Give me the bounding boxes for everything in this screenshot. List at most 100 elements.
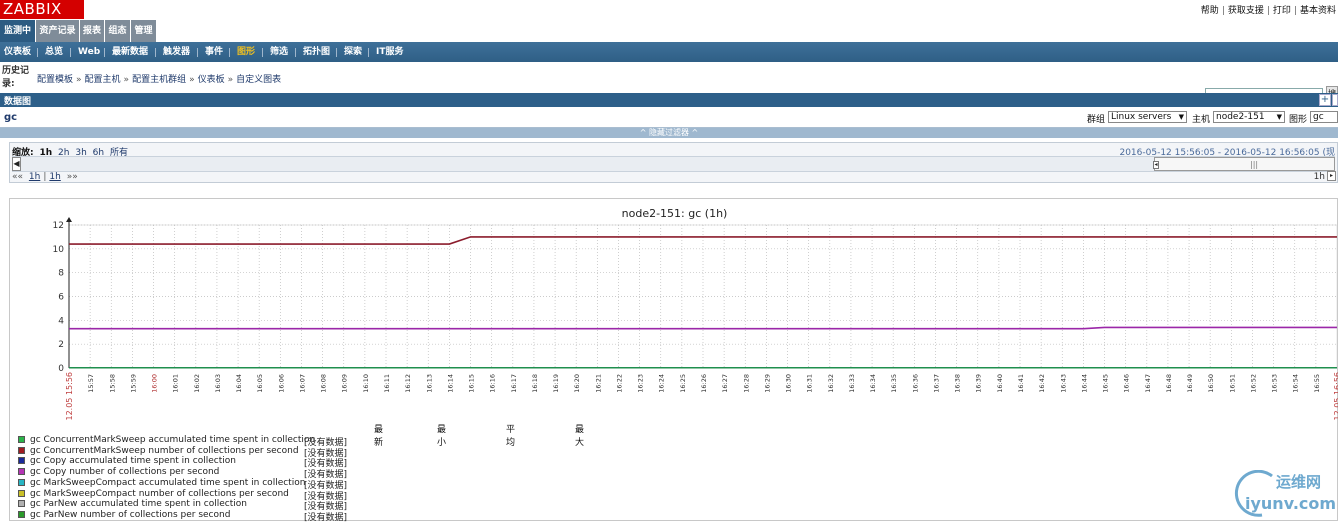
submenu-it-services[interactable]: IT服务 xyxy=(376,42,404,62)
legend-label: gc ConcurrentMarkSweep number of collect… xyxy=(30,445,299,456)
group-select[interactable]: Linux servers ▼ xyxy=(1108,111,1187,123)
legend-swatch xyxy=(18,489,25,497)
help-link[interactable]: 帮助 xyxy=(1201,6,1219,16)
submenu-triggers[interactable]: 触发器 xyxy=(163,42,190,62)
graph-select-value: gc xyxy=(1313,112,1324,122)
x-tick-label: 16:31 xyxy=(806,374,814,393)
menu-administration[interactable]: 管理 xyxy=(131,20,156,42)
graph-label: 图形 xyxy=(1289,115,1308,125)
breadcrumb-templates[interactable]: 配置模板 xyxy=(37,75,73,85)
breadcrumb-hosts[interactable]: 配置主机 xyxy=(85,75,121,85)
x-tick-label: 16:32 xyxy=(827,374,835,393)
x-tick-label: 16:02 xyxy=(193,374,201,393)
x-tick-label: 16:27 xyxy=(721,374,729,393)
breadcrumb: 配置模板» 配置主机» 配置主机群组» 仪表板» 自定义图表 xyxy=(37,75,282,85)
submenu-events[interactable]: 事件 xyxy=(205,42,223,62)
legend-header-min: 最小 xyxy=(437,425,447,448)
y-tick-label: 10 xyxy=(53,245,65,255)
nav-back-1h[interactable]: 1h xyxy=(26,172,43,182)
hide-filter-toggle[interactable]: ^ 隐藏过滤器 ^ xyxy=(0,128,1338,138)
y-tick-label: 12 xyxy=(53,221,64,231)
x-tick-label: 16:10 xyxy=(362,374,370,393)
grip-icon: ||| xyxy=(1250,160,1259,169)
chevron-down-icon: ▼ xyxy=(1276,113,1282,121)
breadcrumb-custom-graphs[interactable]: 自定义图表 xyxy=(236,75,281,85)
x-tick-label: 16:16 xyxy=(489,374,497,393)
period-nav: «« 1h | 1h »» xyxy=(12,172,78,182)
submenu-discovery[interactable]: 探索 xyxy=(344,42,362,62)
legend-label: gc Copy number of collections per second xyxy=(30,467,220,478)
scroll-thumb[interactable]: ◂ ||| xyxy=(1153,157,1335,171)
x-tick-label: 16:05 xyxy=(256,374,264,393)
x-tick-label: 16:09 xyxy=(341,374,349,393)
submenu-latest-data[interactable]: 最新数据 xyxy=(112,42,148,62)
legend-label: gc MarkSweepCompact accumulated time spe… xyxy=(30,477,306,488)
nav-forward-1h[interactable]: 1h xyxy=(46,172,63,182)
x-tick-label: 16:21 xyxy=(594,374,602,393)
zabbix-logo[interactable]: ZABBIX xyxy=(0,0,84,19)
fixed-toggle-icon[interactable]: ▸ xyxy=(1327,171,1336,181)
legend-swatch xyxy=(18,468,25,476)
x-tick-label: 16:04 xyxy=(235,374,243,393)
chevron-down-icon: ▼ xyxy=(1178,113,1184,121)
print-link[interactable]: 打印 xyxy=(1273,6,1291,16)
profile-link[interactable]: 基本资料 xyxy=(1300,6,1336,16)
legend-label: gc ConcurrentMarkSweep accumulated time … xyxy=(30,435,316,445)
time-period-panel: 缩放: 1h 2h 3h 6h 所有 2016-05-12 15:56:05 -… xyxy=(9,142,1338,183)
menu-monitoring[interactable]: 监测中 xyxy=(0,20,35,42)
menu-reports[interactable]: 报表 xyxy=(80,20,104,42)
x-tick-label: 16:49 xyxy=(1186,374,1194,393)
legend-swatch xyxy=(18,478,25,486)
x-tick-label: 16:46 xyxy=(1123,374,1131,393)
legend-header-avg: 平均 xyxy=(506,425,516,448)
x-tick-label: 16:26 xyxy=(700,374,708,393)
add-to-favorites-icon[interactable]: + xyxy=(1319,94,1331,106)
history-label: 历史记录: xyxy=(2,66,30,89)
top-links: 帮助 | 获取支援 | 打印 | 基本资料 xyxy=(1200,6,1336,16)
submenu-dashboard[interactable]: 仪表板 xyxy=(4,42,31,62)
fullscreen-icon[interactable] xyxy=(1332,94,1338,106)
x-tick-label: 16:34 xyxy=(869,374,877,393)
y-tick-label: 2 xyxy=(58,340,64,350)
graph-select[interactable]: gc xyxy=(1310,111,1338,123)
scroll-left-arrow-icon[interactable]: ◀ xyxy=(12,157,21,171)
legend-header-last: 最新 xyxy=(374,425,384,448)
x-tick-label: 16:23 xyxy=(637,374,645,393)
submenu-overview[interactable]: 总览 xyxy=(45,42,63,62)
thumb-left-handle-icon[interactable]: ◂ xyxy=(1153,161,1159,169)
time-scrollbar[interactable]: ◀ ◂ ||| xyxy=(12,156,1335,172)
x-tick-label: 16:43 xyxy=(1059,374,1067,393)
x-tick-label: 16:53 xyxy=(1271,374,1279,393)
graph-header-row: gc 群组 Linux servers ▼ 主机 node2-151 ▼ 图形 gc xyxy=(0,107,1338,128)
legend-swatch xyxy=(18,446,25,454)
x-tick-label: 16:45 xyxy=(1102,374,1110,393)
submenu-graphs[interactable]: 图形 xyxy=(237,42,255,62)
x-tick-label: 16:33 xyxy=(848,374,856,393)
menu-configuration[interactable]: 组态 xyxy=(105,20,130,42)
menu-inventory[interactable]: 资产记录 xyxy=(36,20,79,42)
x-tick-label: 16:18 xyxy=(531,374,539,393)
x-tick-label: 15:58 xyxy=(108,374,116,393)
sub-menu: 仪表板 总览 Web 最新数据 触发器 事件 图形 筛选 拓扑图 探索 IT服务… xyxy=(0,42,1338,101)
y-tick-label: 0 xyxy=(58,364,64,374)
watermark-text-cn: 运维网 xyxy=(1276,473,1322,491)
legend-label: gc MarkSweepCompact number of collection… xyxy=(30,488,289,499)
x-tick-label: 16:28 xyxy=(742,374,750,393)
breadcrumb-hostgroups[interactable]: 配置主机群组 xyxy=(132,75,186,85)
host-label: 主机 xyxy=(1192,115,1211,125)
nav-back-icon[interactable]: «« xyxy=(12,172,23,182)
nav-forward-icon[interactable]: »» xyxy=(67,172,78,182)
x-tick-label: 16:54 xyxy=(1292,374,1300,393)
submenu-maps[interactable]: 拓扑图 xyxy=(303,42,330,62)
breadcrumb-dashboard[interactable]: 仪表板 xyxy=(198,75,225,85)
host-select[interactable]: node2-151 ▼ xyxy=(1213,111,1285,123)
submenu-web[interactable]: Web xyxy=(78,42,100,62)
support-link[interactable]: 获取支援 xyxy=(1228,6,1264,16)
x-tick-label: 16:42 xyxy=(1038,374,1046,393)
legend-swatch xyxy=(18,510,25,518)
x-tick-label: 16:03 xyxy=(214,374,222,393)
submenu-screens[interactable]: 筛选 xyxy=(270,42,288,62)
x-tick-label: 16:22 xyxy=(615,374,623,393)
x-tick-label: 16:50 xyxy=(1207,374,1215,393)
x-tick-label: 16:29 xyxy=(763,374,771,393)
